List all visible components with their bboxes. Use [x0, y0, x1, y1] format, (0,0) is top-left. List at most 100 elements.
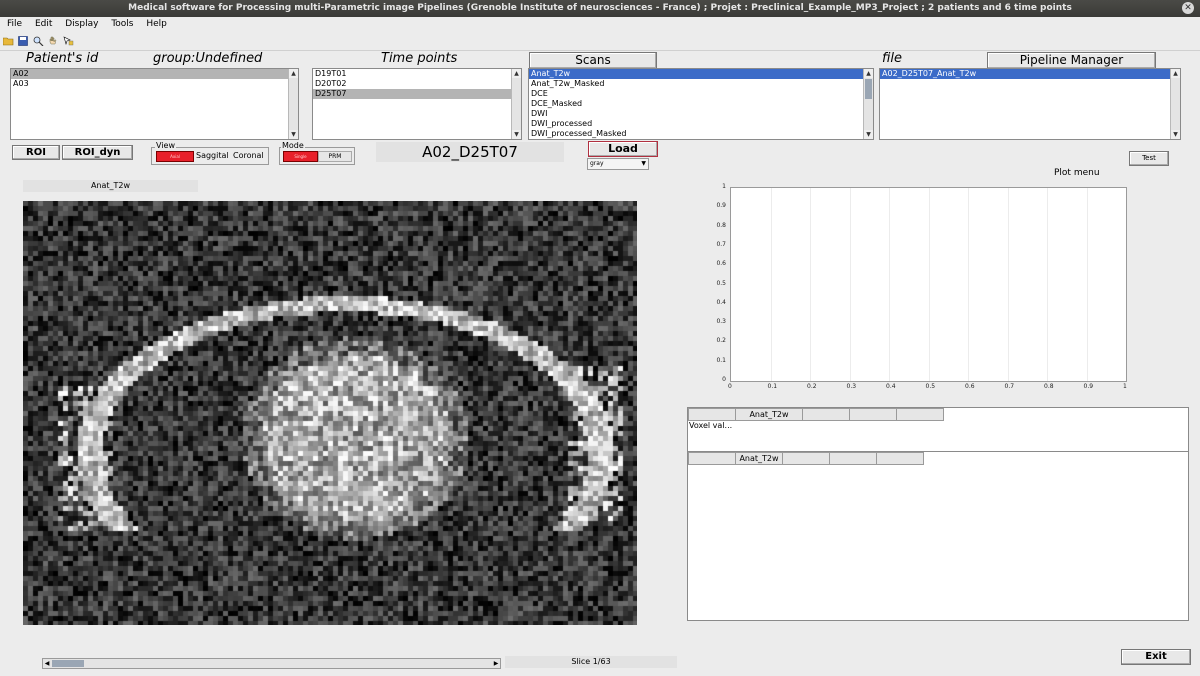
table-col-header: [782, 452, 830, 465]
list-item[interactable]: D25T07: [313, 89, 521, 99]
view-label: View: [155, 141, 176, 150]
menu-tools[interactable]: Tools: [111, 19, 133, 29]
slider-right-icon[interactable]: ▶: [492, 659, 500, 668]
file-header: file: [882, 51, 903, 66]
patients-header: Patient's id: [26, 51, 99, 66]
y-tick-label: 0: [722, 376, 726, 383]
slider-left-icon[interactable]: ◀: [43, 659, 51, 668]
timepoints-scrollbar[interactable]: ▲ ▼: [511, 69, 521, 139]
menu-file[interactable]: File: [7, 19, 22, 29]
slice-indicator: Slice 1/63: [571, 657, 611, 666]
scans-scrollbar[interactable]: ▲ ▼: [863, 69, 873, 139]
list-item[interactable]: D19T01: [313, 69, 521, 79]
test-button[interactable]: Test: [1129, 151, 1169, 166]
list-item[interactable]: Anat_T2w: [529, 69, 873, 79]
list-item[interactable]: DWI_processed: [529, 119, 873, 129]
view-saggital-toggle[interactable]: Saggital: [196, 151, 229, 160]
scroll-down-icon[interactable]: ▼: [1171, 130, 1180, 139]
exit-button[interactable]: Exit: [1121, 649, 1191, 665]
mri-image-viewer[interactable]: [23, 201, 637, 625]
plot-axes[interactable]: [730, 187, 1127, 382]
menu-display[interactable]: Display: [65, 19, 98, 29]
colormap-value: gray: [590, 160, 604, 167]
list-item[interactable]: DCE_Masked: [529, 99, 873, 109]
scans-header-button[interactable]: Scans: [529, 52, 657, 69]
y-tick-label: 0.4: [716, 298, 726, 306]
mode-single-toggle[interactable]: Single: [283, 151, 318, 162]
pan-hand-icon[interactable]: [48, 36, 59, 46]
mri-slice-canvas[interactable]: [23, 201, 637, 625]
scroll-up-icon[interactable]: ▲: [512, 69, 521, 78]
files-list[interactable]: A02_D25T07_Anat_T2w ▲ ▼: [879, 68, 1181, 140]
list-item[interactable]: A03: [11, 79, 298, 89]
roi-button[interactable]: ROI: [12, 145, 60, 160]
x-tick-label: 1: [1123, 383, 1127, 390]
x-tick-label: 0.3: [846, 383, 857, 390]
x-tick-label: 0.9: [1083, 383, 1094, 390]
mode-label: Mode: [281, 141, 305, 150]
list-item[interactable]: A02: [11, 69, 298, 79]
voxel-value-table[interactable]: Anat_T2w Voxel val...: [687, 407, 1189, 452]
chevron-down-icon: ▼: [641, 160, 646, 167]
scroll-down-icon[interactable]: ▼: [864, 130, 873, 139]
table-col-header: [829, 452, 877, 465]
files-scrollbar[interactable]: ▲ ▼: [1170, 69, 1180, 139]
roi-values-table[interactable]: Anat_T2w: [687, 451, 1189, 621]
x-tick-label: 0.1: [767, 383, 778, 390]
scroll-up-icon[interactable]: ▲: [1171, 69, 1180, 78]
view-axial-toggle[interactable]: Axial: [156, 151, 194, 162]
view-coronal-toggle[interactable]: Coronal: [233, 151, 264, 160]
list-item[interactable]: A02_D25T07_Anat_T2w: [880, 69, 1180, 79]
y-tick-label: 0.6: [716, 260, 726, 268]
list-item[interactable]: Anat_T2w_Masked: [529, 79, 873, 89]
y-tick-label: 0.8: [716, 221, 726, 229]
colormap-select[interactable]: gray ▼: [587, 158, 649, 170]
plot-grid: [771, 188, 1088, 381]
scroll-down-icon[interactable]: ▼: [289, 130, 298, 139]
x-tick-label: 0.4: [886, 383, 896, 390]
menu-edit[interactable]: Edit: [35, 19, 52, 29]
current-scan-title: A02_D25T07: [422, 143, 518, 161]
table-col-header: Anat_T2w: [735, 408, 803, 421]
x-tick-label: 0.6: [965, 383, 975, 390]
menu-bar: File Edit Display Tools Help: [0, 17, 1200, 32]
y-tick-label: 0.2: [716, 337, 726, 345]
open-folder-icon[interactable]: [3, 36, 14, 46]
timepoints-list[interactable]: D19T01 D20T02 D25T07 ▲ ▼: [312, 68, 522, 140]
patients-scrollbar[interactable]: ▲ ▼: [288, 69, 298, 139]
window-title: Medical software for Processing multi-Pa…: [128, 3, 1072, 13]
list-item[interactable]: DWI_processed_Masked: [529, 129, 873, 139]
table-row-label: Voxel val...: [689, 421, 733, 430]
image-label: Anat_T2w: [90, 181, 131, 190]
load-button[interactable]: Load: [588, 141, 658, 157]
zoom-icon[interactable]: [33, 36, 44, 46]
slider-thumb[interactable]: [52, 660, 84, 667]
slice-slider[interactable]: ◀ ▶: [42, 658, 501, 669]
pipeline-manager-button[interactable]: Pipeline Manager: [987, 52, 1156, 69]
plot-y-ticks: 0 0.1 0.2 0.3 0.4 0.5 0.6 0.7 0.8 0.9 1: [700, 183, 728, 383]
timepoints-header: Time points: [381, 51, 458, 66]
patients-list[interactable]: A02 A03 ▲ ▼: [10, 68, 299, 140]
x-tick-label: 0.8: [1044, 383, 1054, 390]
save-icon[interactable]: [18, 36, 29, 46]
mode-prm-toggle[interactable]: PRM: [318, 151, 352, 162]
scroll-down-icon[interactable]: ▼: [512, 130, 521, 139]
scroll-up-icon[interactable]: ▲: [864, 69, 873, 78]
list-item[interactable]: DWI: [529, 109, 873, 119]
menu-help[interactable]: Help: [146, 19, 167, 29]
data-cursor-icon[interactable]: [63, 36, 74, 46]
table-col-header: [802, 408, 850, 421]
scroll-up-icon[interactable]: ▲: [289, 69, 298, 78]
x-tick-label: 0.5: [925, 383, 936, 390]
list-item[interactable]: D20T02: [313, 79, 521, 89]
y-tick-label: 1: [722, 183, 726, 190]
scans-list[interactable]: Anat_T2w Anat_T2w_Masked DCE DCE_Masked …: [528, 68, 874, 140]
roi-dyn-button[interactable]: ROI_dyn: [62, 145, 133, 160]
scrollbar-thumb[interactable]: [865, 79, 872, 99]
plot-menu-label[interactable]: Plot menu: [1054, 168, 1100, 178]
list-item[interactable]: DCE: [529, 89, 873, 99]
table-col-header: Anat_T2w: [735, 452, 783, 465]
plot-x-ticks: 0 0.1 0.2 0.3 0.4 0.5 0.6 0.7 0.8 0.9 1: [725, 383, 1135, 391]
x-tick-label: 0: [728, 383, 732, 390]
close-window-button[interactable]: ✕: [1182, 2, 1194, 14]
